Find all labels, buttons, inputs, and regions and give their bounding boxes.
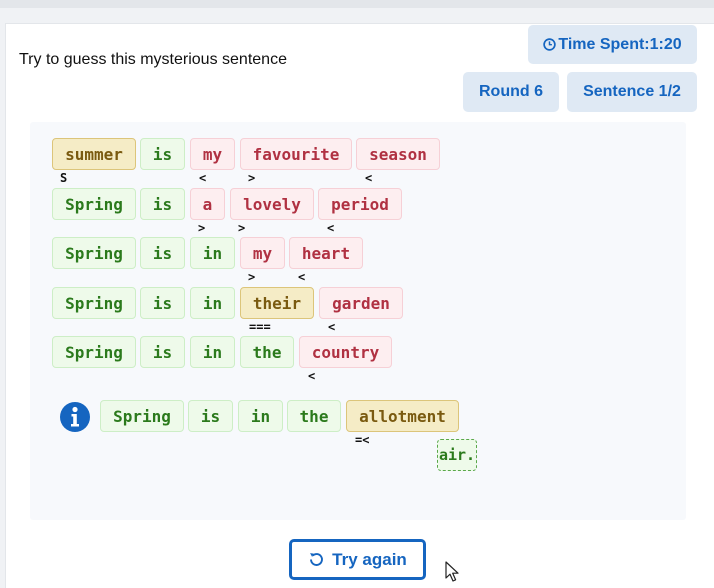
- guess-word-tile: Spring: [52, 336, 136, 368]
- prompt-text: Try to guess this mysterious sentence: [19, 51, 287, 68]
- clock-icon: [543, 38, 557, 51]
- info-icon[interactable]: [59, 401, 91, 433]
- extra-word-tile: air.: [437, 439, 477, 471]
- guess-word-tile: in: [190, 336, 235, 368]
- guess-word-hint: >: [198, 221, 206, 235]
- time-spent-label: Time Spent:1:20: [558, 35, 682, 53]
- guess-word-tile: lovely: [230, 188, 314, 220]
- guess-word-tile: season: [356, 138, 440, 170]
- guess-word-tile: heart: [289, 237, 363, 269]
- time-spent-badge: Time Spent:1:20: [528, 25, 697, 64]
- current-word-tile: Spring: [100, 400, 184, 432]
- guess-word-hint: <: [328, 320, 336, 334]
- sentence-badge: Sentence 1/2: [567, 72, 697, 112]
- guess-word-hint: <: [199, 171, 207, 185]
- guess-word-tile: favourite: [240, 138, 352, 170]
- guess-word-tile: their: [240, 287, 314, 319]
- guess-word-tile: a: [190, 188, 225, 220]
- guess-word-tile: is: [140, 237, 185, 269]
- guess-word-tile: is: [140, 336, 185, 368]
- round-badge: Round 6: [463, 72, 559, 112]
- guess-word-tile: country: [299, 336, 392, 368]
- guess-board: [30, 122, 686, 520]
- guess-word-tile: in: [190, 237, 235, 269]
- current-word-tile: the: [287, 400, 341, 432]
- redo-icon: [310, 553, 324, 566]
- guess-word-hint: <: [327, 221, 335, 235]
- current-word-tile: allotment: [346, 400, 459, 432]
- guess-word-tile: my: [190, 138, 235, 170]
- guess-word-tile: period: [318, 188, 402, 220]
- guess-word-tile: in: [190, 287, 235, 319]
- guess-word-tile: Spring: [52, 237, 136, 269]
- guess-word-hint: S: [60, 171, 68, 185]
- guess-word-hint: >: [238, 221, 246, 235]
- guess-word-tile: my: [240, 237, 285, 269]
- guess-word-hint: ===: [249, 320, 271, 334]
- guess-word-hint: <: [298, 270, 306, 284]
- guess-word-tile: is: [140, 138, 185, 170]
- guess-word-hint: >: [248, 270, 256, 284]
- guess-word-hint: <: [365, 171, 373, 185]
- guess-word-tile: the: [240, 336, 294, 368]
- mouse-cursor-icon: [445, 561, 459, 582]
- top-bar: [0, 0, 714, 8]
- guess-word-hint: >: [248, 171, 256, 185]
- guess-word-tile: is: [140, 188, 185, 220]
- guess-word-tile: summer: [52, 138, 136, 170]
- current-word-hint: =<: [355, 433, 370, 447]
- current-word-tile: is: [188, 400, 233, 432]
- try-again-label: Try again: [332, 549, 407, 569]
- guess-word-tile: is: [140, 287, 185, 319]
- guess-word-tile: Spring: [52, 287, 136, 319]
- current-word-tile: in: [238, 400, 283, 432]
- guess-word-tile: Spring: [52, 188, 136, 220]
- try-again-button[interactable]: Try again: [289, 539, 426, 580]
- guess-word-hint: <: [308, 369, 316, 383]
- guess-word-tile: garden: [319, 287, 403, 319]
